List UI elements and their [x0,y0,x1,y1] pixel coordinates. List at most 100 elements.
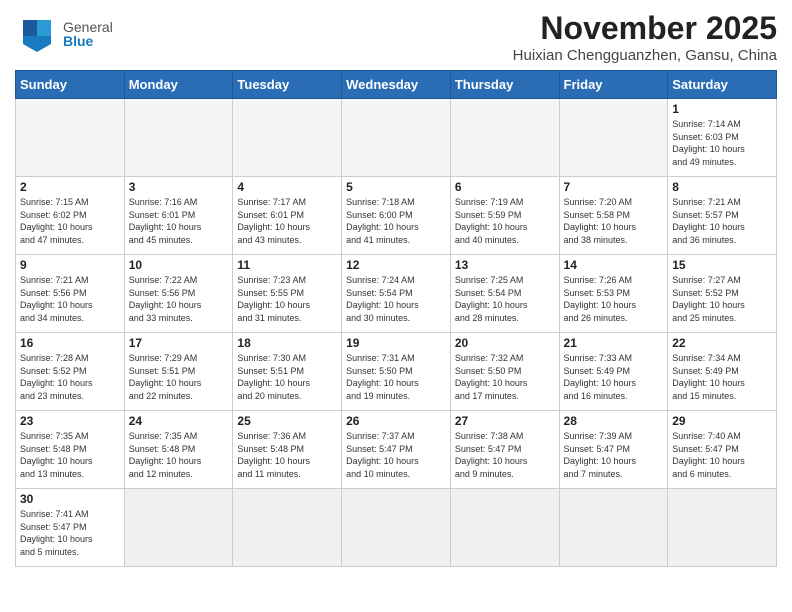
calendar-day-cell: 3 Sunrise: 7:16 AM Sunset: 6:01 PM Daylig… [124,177,233,255]
calendar-day-cell [233,99,342,177]
calendar-day-cell: 11Sunrise: 7:23 AM Sunset: 5:55 PM Dayli… [233,255,342,333]
day-info: Sunrise: 7:17 AM Sunset: 6:01 PM Dayligh… [237,196,337,246]
calendar-table: SundayMondayTuesdayWednesdayThursdayFrid… [15,70,777,567]
calendar-week-row: 30Sunrise: 7:41 AM Sunset: 5:47 PM Dayli… [16,489,777,567]
calendar-day-cell: 8 Sunrise: 7:21 AM Sunset: 5:57 PM Daylig… [668,177,777,255]
calendar-day-cell [342,99,451,177]
calendar-day-cell: 25 Sunrise: 7:36 AM Sunset: 5:48 PM Dayli… [233,411,342,489]
logo-text: General Blue [63,20,113,48]
logo-general-label: General [63,20,113,34]
day-number: 25 [237,414,337,428]
calendar-day-cell [450,489,559,567]
day-number: 7 [564,180,664,194]
calendar-day-cell: 15Sunrise: 7:27 AM Sunset: 5:52 PM Dayli… [668,255,777,333]
calendar-day-cell: 7 Sunrise: 7:20 AM Sunset: 5:58 PM Daylig… [559,177,668,255]
title-block: November 2025 Huixian Chengguanzhen, Gan… [513,10,777,64]
calendar-day-cell [124,489,233,567]
day-number: 29 [672,414,772,428]
day-info: Sunrise: 7:24 AM Sunset: 5:54 PM Dayligh… [346,274,446,324]
day-number: 12 [346,258,446,272]
day-number: 22 [672,336,772,350]
calendar-week-row: 16Sunrise: 7:28 AM Sunset: 5:52 PM Dayli… [16,333,777,411]
calendar-day-cell [124,99,233,177]
calendar-day-cell: 29 Sunrise: 7:40 AM Sunset: 5:47 PM Dayli… [668,411,777,489]
day-info: Sunrise: 7:37 AM Sunset: 5:47 PM Dayligh… [346,430,446,480]
day-number: 28 [564,414,664,428]
calendar-day-cell: 30Sunrise: 7:41 AM Sunset: 5:47 PM Dayli… [16,489,125,567]
calendar-week-row: 1Sunrise: 7:14 AM Sunset: 6:03 PM Daylig… [16,99,777,177]
day-number: 20 [455,336,555,350]
day-number: 2 [20,180,120,194]
day-number: 23 [20,414,120,428]
calendar-day-cell: 5 Sunrise: 7:18 AM Sunset: 6:00 PM Daylig… [342,177,451,255]
day-number: 6 [455,180,555,194]
calendar-day-cell: 9 Sunrise: 7:21 AM Sunset: 5:56 PM Daylig… [16,255,125,333]
day-number: 27 [455,414,555,428]
day-info: Sunrise: 7:26 AM Sunset: 5:53 PM Dayligh… [564,274,664,324]
calendar-day-cell: 18Sunrise: 7:30 AM Sunset: 5:51 PM Dayli… [233,333,342,411]
day-info: Sunrise: 7:31 AM Sunset: 5:50 PM Dayligh… [346,352,446,402]
day-number: 19 [346,336,446,350]
logo-blue-label: Blue [63,34,113,48]
day-info: Sunrise: 7:41 AM Sunset: 5:47 PM Dayligh… [20,508,120,558]
weekday-header-monday: Monday [124,71,233,99]
calendar-day-cell: 24 Sunrise: 7:35 AM Sunset: 5:48 PM Dayli… [124,411,233,489]
day-info: Sunrise: 7:34 AM Sunset: 5:49 PM Dayligh… [672,352,772,402]
calendar-day-cell: 17Sunrise: 7:29 AM Sunset: 5:51 PM Dayli… [124,333,233,411]
calendar-week-row: 2Sunrise: 7:15 AM Sunset: 6:02 PM Daylig… [16,177,777,255]
page: General Blue November 2025 Huixian Cheng… [0,0,792,582]
calendar-day-cell: 2Sunrise: 7:15 AM Sunset: 6:02 PM Daylig… [16,177,125,255]
day-number: 3 [129,180,229,194]
day-number: 24 [129,414,229,428]
day-number: 5 [346,180,446,194]
day-info: Sunrise: 7:40 AM Sunset: 5:47 PM Dayligh… [672,430,772,480]
day-info: Sunrise: 7:25 AM Sunset: 5:54 PM Dayligh… [455,274,555,324]
calendar-day-cell: 21 Sunrise: 7:33 AM Sunset: 5:49 PM Dayli… [559,333,668,411]
weekday-header-saturday: Saturday [668,71,777,99]
day-info: Sunrise: 7:35 AM Sunset: 5:48 PM Dayligh… [129,430,229,480]
day-info: Sunrise: 7:36 AM Sunset: 5:48 PM Dayligh… [237,430,337,480]
weekday-header-friday: Friday [559,71,668,99]
day-number: 8 [672,180,772,194]
day-info: Sunrise: 7:21 AM Sunset: 5:57 PM Dayligh… [672,196,772,246]
calendar-day-cell: 20Sunrise: 7:32 AM Sunset: 5:50 PM Dayli… [450,333,559,411]
calendar-day-cell: 22 Sunrise: 7:34 AM Sunset: 5:49 PM Dayli… [668,333,777,411]
day-info: Sunrise: 7:23 AM Sunset: 5:55 PM Dayligh… [237,274,337,324]
calendar-day-cell [342,489,451,567]
day-number: 17 [129,336,229,350]
day-number: 15 [672,258,772,272]
day-info: Sunrise: 7:33 AM Sunset: 5:49 PM Dayligh… [564,352,664,402]
day-info: Sunrise: 7:35 AM Sunset: 5:48 PM Dayligh… [20,430,120,480]
weekday-header-wednesday: Wednesday [342,71,451,99]
calendar-week-row: 9 Sunrise: 7:21 AM Sunset: 5:56 PM Daylig… [16,255,777,333]
calendar-day-cell [16,99,125,177]
day-info: Sunrise: 7:21 AM Sunset: 5:56 PM Dayligh… [20,274,120,324]
calendar-week-row: 23 Sunrise: 7:35 AM Sunset: 5:48 PM Dayli… [16,411,777,489]
day-number: 18 [237,336,337,350]
calendar-day-cell: 4Sunrise: 7:17 AM Sunset: 6:01 PM Daylig… [233,177,342,255]
day-number: 10 [129,258,229,272]
calendar-day-cell [233,489,342,567]
day-info: Sunrise: 7:18 AM Sunset: 6:00 PM Dayligh… [346,196,446,246]
calendar-day-cell [668,489,777,567]
day-info: Sunrise: 7:19 AM Sunset: 5:59 PM Dayligh… [455,196,555,246]
calendar-day-cell: 1Sunrise: 7:14 AM Sunset: 6:03 PM Daylig… [668,99,777,177]
header: General Blue November 2025 Huixian Cheng… [15,10,777,64]
day-number: 9 [20,258,120,272]
logo-icon [15,16,59,52]
logo: General Blue [15,16,113,52]
day-info: Sunrise: 7:20 AM Sunset: 5:58 PM Dayligh… [564,196,664,246]
calendar-day-cell: 12 Sunrise: 7:24 AM Sunset: 5:54 PM Dayli… [342,255,451,333]
day-number: 21 [564,336,664,350]
calendar-day-cell: 16Sunrise: 7:28 AM Sunset: 5:52 PM Dayli… [16,333,125,411]
day-info: Sunrise: 7:16 AM Sunset: 6:01 PM Dayligh… [129,196,229,246]
day-info: Sunrise: 7:39 AM Sunset: 5:47 PM Dayligh… [564,430,664,480]
calendar-day-cell: 10Sunrise: 7:22 AM Sunset: 5:56 PM Dayli… [124,255,233,333]
weekday-header-tuesday: Tuesday [233,71,342,99]
location-subtitle: Huixian Chengguanzhen, Gansu, China [513,47,777,64]
calendar-day-cell [559,489,668,567]
calendar-day-cell: 19 Sunrise: 7:31 AM Sunset: 5:50 PM Dayli… [342,333,451,411]
day-info: Sunrise: 7:14 AM Sunset: 6:03 PM Dayligh… [672,118,772,168]
weekday-header-thursday: Thursday [450,71,559,99]
calendar-day-cell: 13Sunrise: 7:25 AM Sunset: 5:54 PM Dayli… [450,255,559,333]
